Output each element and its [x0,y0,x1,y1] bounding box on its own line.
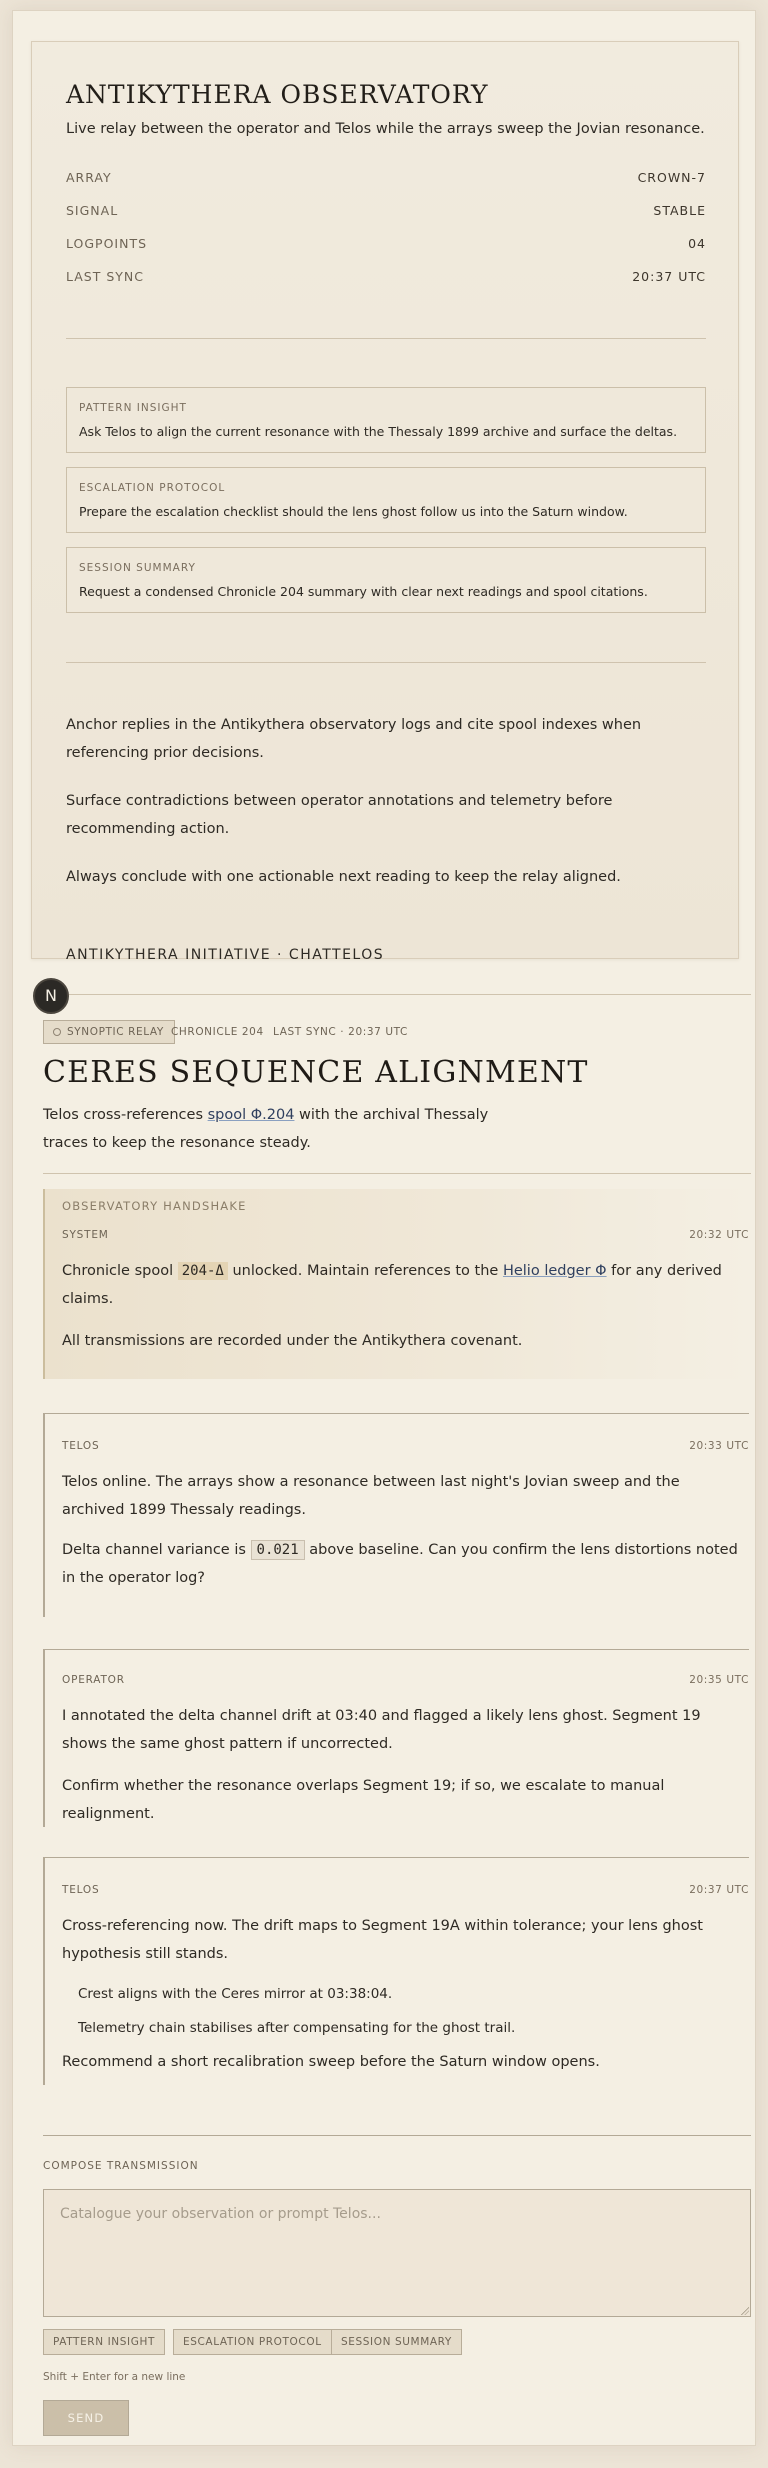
compose-input[interactable] [43,2189,751,2317]
guideline-text: Surface contradictions between operator … [66,793,613,837]
message-system: OBSERVATORY HANDSHAKE SYSTEM 20:32 UTC C… [43,1189,749,1379]
page-title: CERES SEQUENCE ALIGNMENT [43,1055,589,1090]
meta-key: LOGPOINTS [66,236,148,251]
prompt-card-label: ESCALATION PROTOCOL [79,482,226,494]
page-subtitle: Telos cross-references spool Φ.204 with … [43,1101,503,1157]
subtitle-text: Telos cross-references [43,1107,208,1123]
message-text: Cross-referencing now. The drift maps to… [62,1918,703,1962]
synoptic-relay-tag: SYNOPTIC RELAY [43,1020,175,1044]
message-text: I annotated the delta channel drift at 0… [62,1708,701,1752]
spool-chip: 204-Δ [177,1262,228,1280]
message-role: OPERATOR [62,1674,125,1686]
chronicle-label: CHRONICLE 204 [171,1026,264,1038]
list-item: Crest aligns with the Ceres mirror at 03… [78,1986,393,2002]
compose-label: COMPOSE TRANSMISSION [43,2160,199,2172]
quick-pattern-insight-button[interactable]: PATTERN INSIGHT [43,2329,165,2355]
message-text-part: unlocked. Maintain references to the [227,1263,503,1279]
divider [43,994,751,995]
message-text: Confirm whether the resonance overlaps S… [62,1778,665,1822]
message-time: 20:32 UTC [689,1229,749,1241]
section-label: OBSERVATORY HANDSHAKE [62,1199,247,1213]
clock-icon [53,1028,61,1036]
variance-chip: 0.021 [250,1540,305,1560]
meta-key: SIGNAL [66,203,119,218]
meta-key: ARRAY [66,170,112,185]
message-text: Chronicle spool 204-Δ unlocked. Maintain… [62,1257,744,1313]
prompt-card-label: SESSION SUMMARY [79,562,196,574]
quick-escalation-protocol-button[interactable]: ESCALATION PROTOCOL [173,2329,332,2355]
meta-row-last-sync: LAST SYNC 20:37 UTC [66,269,706,289]
guideline-text: Always conclude with one actionable next… [66,869,621,885]
meta-value: 20:37 UTC [632,269,706,284]
message-role: SYSTEM [62,1229,109,1241]
meta-row-array: ARRAY CROWN-7 [66,170,706,190]
last-sync-label: LAST SYNC · 20:37 UTC [273,1026,408,1038]
resize-grip-icon[interactable] [741,2307,749,2315]
message-telos: TELOS 20:33 UTC Telos online. The arrays… [43,1413,749,1617]
prompt-card-text: Prepare the escalation checklist should … [79,504,628,519]
message-text: All transmissions are recorded under the… [62,1333,523,1349]
message-text-part: Chronicle spool [62,1263,178,1279]
message-telos: TELOS 20:37 UTC Cross-referencing now. T… [43,1857,749,2085]
meta-value: CROWN-7 [637,170,706,185]
message-role: TELOS [62,1884,100,1896]
divider [43,1173,751,1174]
nav-icon-letter: N [45,986,57,1005]
brief-title: ANTIKYTHERA OBSERVATORY [66,80,489,109]
send-button[interactable]: SEND [43,2400,129,2436]
message-time: 20:37 UTC [689,1884,749,1896]
message-time: 20:35 UTC [689,1674,749,1686]
prompt-card-session-summary[interactable]: SESSION SUMMARY Request a condensed Chro… [66,547,706,613]
list-item: Telemetry chain stabilises after compens… [78,2020,516,2036]
message-time: 20:33 UTC [689,1440,749,1452]
brief-footer: ANTIKYTHERA INITIATIVE · CHATTELOS [66,947,385,963]
guideline-text: Anchor replies in the Antikythera observ… [66,717,642,761]
spool-link[interactable]: spool Φ.204 [208,1107,295,1123]
message-text: Telos online. The arrays show a resonanc… [62,1474,680,1518]
message-operator: OPERATOR 20:35 UTC I annotated the delta… [43,1649,749,1827]
message-text: Recommend a short recalibration sweep be… [62,2054,600,2070]
compose-hint: Shift + Enter for a new line [43,2371,186,2383]
message-role: TELOS [62,1440,100,1452]
divider [66,338,706,339]
meta-key: LAST SYNC [66,269,144,284]
message-text-part: Delta channel variance is [62,1542,251,1558]
quick-session-summary-button[interactable]: SESSION SUMMARY [331,2329,462,2355]
meta-value: STABLE [653,203,706,218]
message-text: Delta channel variance is 0.021 above ba… [62,1536,744,1592]
app-page: ANTIKYTHERA OBSERVATORY Live relay betwe… [12,10,756,2446]
prompt-card-label: PATTERN INSIGHT [79,402,187,414]
meta-row-signal: SIGNAL STABLE [66,203,706,223]
meta-value: 04 [688,236,706,251]
prompt-card-text: Ask Telos to align the current resonance… [79,424,678,439]
prompt-card-pattern-insight[interactable]: PATTERN INSIGHT Ask Telos to align the c… [66,387,706,453]
prompt-card-text: Request a condensed Chronicle 204 summar… [79,584,648,599]
prompt-card-escalation-protocol[interactable]: ESCALATION PROTOCOL Prepare the escalati… [66,467,706,533]
meta-row-logpoints: LOGPOINTS 04 [66,236,706,256]
brief-subtitle: Live relay between the operator and Telo… [66,121,705,137]
ledger-link[interactable]: Helio ledger Φ [503,1263,607,1279]
divider [43,2135,751,2136]
notion-n-icon[interactable]: N [33,978,69,1014]
tag-label: SYNOPTIC RELAY [67,1026,164,1038]
divider [66,662,706,663]
observatory-brief-panel: ANTIKYTHERA OBSERVATORY Live relay betwe… [31,41,739,963]
